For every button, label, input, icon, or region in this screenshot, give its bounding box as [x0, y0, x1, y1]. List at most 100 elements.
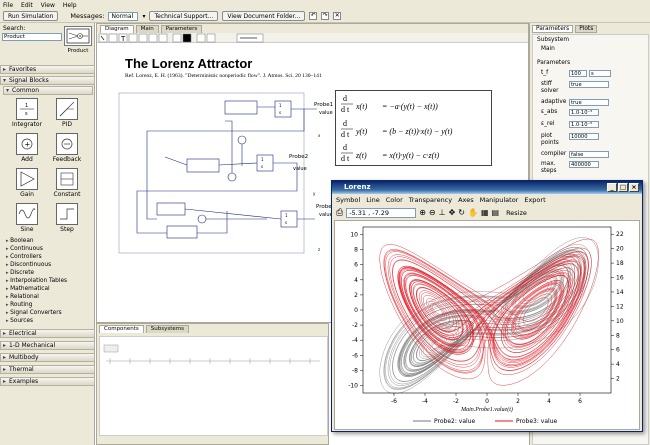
y-left-tick-label: -2 — [352, 322, 358, 329]
svg-text:s: s — [25, 111, 28, 117]
tree-boolean[interactable]: Boolean — [6, 238, 33, 244]
zoom-out-icon[interactable]: ⊖ — [429, 208, 436, 217]
tree-discrete[interactable]: Discrete — [6, 270, 34, 276]
constant-block-icon[interactable] — [56, 168, 78, 190]
chevron-down-icon[interactable]: ▾ — [142, 13, 145, 20]
grid-icon[interactable]: ▦ — [481, 208, 489, 217]
maximize-icon[interactable]: □ — [618, 183, 628, 192]
mechanical-1d-section[interactable]: 1-D Mechanical — [0, 341, 95, 350]
lorenz-window-title: Lorenz — [344, 183, 371, 191]
param-eps-rel-input[interactable]: 1.0·10⁻⁵ — [569, 121, 599, 128]
menu-manipulator[interactable]: Manipulator — [480, 196, 519, 204]
menu-view[interactable]: View — [41, 2, 55, 9]
favorites-section[interactable]: Favorites — [0, 65, 95, 74]
y-left-tick-label: 2 — [354, 292, 358, 299]
integrator-block-icon[interactable]: 1s — [16, 98, 38, 120]
x-tick-label: -6 — [391, 398, 397, 405]
components-list[interactable] — [99, 336, 328, 436]
signal-blocks-section[interactable]: Signal Blocks — [0, 76, 95, 85]
tree-sources[interactable]: Sources — [6, 318, 33, 324]
redo-icon[interactable]: ↷ — [321, 12, 330, 20]
messages-select[interactable]: Normal — [108, 11, 139, 21]
param-adaptive-select[interactable]: true — [569, 99, 609, 106]
print-icon[interactable]: ⎙ — [336, 208, 343, 218]
add-block-icon[interactable]: + — [16, 133, 38, 155]
param-plot-points-input[interactable]: 10000 — [569, 133, 599, 140]
tab-parameters[interactable]: Parameters — [160, 25, 203, 33]
undo-icon[interactable]: ↶ — [309, 12, 318, 20]
tab-subsystems[interactable]: Subsystems — [145, 325, 190, 333]
menu-transparency[interactable]: Transparency — [409, 196, 452, 204]
step-block-icon[interactable] — [56, 203, 78, 225]
y-left-tick-label: -8 — [352, 367, 358, 374]
menu-axes[interactable]: Axes — [458, 196, 473, 204]
menu-symbol[interactable]: Symbol — [336, 196, 360, 204]
feedback-block-icon[interactable] — [56, 133, 78, 155]
param-max-steps-input[interactable]: 400000 — [569, 161, 599, 168]
electrical-section[interactable]: Electrical — [0, 329, 95, 338]
axes-icon[interactable]: ⊥ — [439, 208, 446, 217]
tree-mathematical[interactable]: Mathematical — [6, 286, 50, 292]
param-eps-rel-label: ε_rel — [541, 121, 555, 127]
y-right-tick-label: 16 — [616, 275, 624, 282]
tab-parameters-right[interactable]: Parameters — [532, 25, 574, 33]
close-icon[interactable]: × — [629, 183, 639, 192]
menu-export[interactable]: Export — [524, 196, 545, 204]
thermal-section[interactable]: Thermal — [0, 365, 95, 374]
technical-support-button[interactable]: Technical Support... — [149, 11, 219, 21]
tab-components[interactable]: Components — [99, 325, 144, 333]
tab-main[interactable]: Main — [135, 25, 159, 33]
lorenz-chart[interactable]: -6 -4 -2 0 2 4 6 -10 -8 -6 -4 -2 0 2 4 6 8 10 2 4 6 8 10 12 14 16… — [335, 221, 639, 429]
tree-interpolation-tables[interactable]: Interpolation Tables — [6, 278, 67, 284]
tree-discontinuous[interactable]: Discontinuous — [6, 262, 51, 268]
rotate-icon[interactable]: ↻ — [458, 208, 465, 217]
y-right-tick-label: 8 — [616, 332, 620, 339]
document-title: The Lorenz Attractor — [125, 56, 253, 71]
pan-icon[interactable]: ✥ — [449, 208, 456, 217]
menu-line[interactable]: Line — [366, 196, 380, 204]
resize-label[interactable]: Resize — [506, 209, 527, 217]
view-document-folder-button[interactable]: View Document Folder... — [222, 11, 306, 21]
search-input[interactable]: Product — [2, 33, 62, 41]
tree-relational[interactable]: Relational — [6, 294, 39, 300]
gain-block-icon[interactable] — [16, 168, 38, 190]
eq1-lhs: x(t) — [356, 102, 368, 111]
eq2-lhs: y(t) — [356, 127, 368, 136]
menu-file[interactable]: File — [3, 2, 13, 9]
lorenz-plot-window[interactable]: Lorenz _ □ × Symbol Line Color Transpare… — [331, 180, 643, 432]
param-tf-input[interactable]: 100 — [569, 70, 587, 77]
tree-signal-converters[interactable]: Signal Converters — [6, 310, 62, 316]
tab-diagram[interactable]: Diagram — [100, 25, 134, 33]
pid-block-icon[interactable] — [56, 98, 78, 120]
multibody-section[interactable]: Multibody — [0, 353, 95, 362]
product-block-icon[interactable]: × — [64, 26, 92, 46]
run-simulation-button[interactable]: Run Simulation — [3, 11, 59, 21]
param-compiler-select[interactable]: false — [569, 151, 609, 158]
hand-icon[interactable]: ✋ — [468, 208, 478, 217]
param-tf-unit[interactable]: s — [589, 70, 611, 77]
zoom-in-icon[interactable]: ⊕ — [419, 208, 426, 217]
minimize-icon[interactable]: _ — [607, 183, 617, 192]
common-section[interactable]: Common — [3, 86, 93, 95]
examples-section[interactable]: Examples — [0, 377, 95, 386]
tree-continuous[interactable]: Continuous — [6, 246, 43, 252]
y-right-tick-label: 14 — [616, 289, 624, 296]
svg-text:T: T — [120, 35, 126, 43]
param-eps-abs-input[interactable]: 1.0·10⁻⁵ — [569, 109, 599, 116]
tree-controllers[interactable]: Controllers — [6, 254, 42, 260]
block-diagram[interactable]: 1s 1s 1s xyz Probe1 value Probe2 value P… — [117, 91, 335, 259]
param-stiff-select[interactable]: true — [569, 81, 609, 88]
tab-plots[interactable]: Plots — [575, 25, 598, 33]
x-tick-label: 4 — [547, 398, 551, 405]
sine-block-icon[interactable] — [16, 203, 38, 225]
lorenz-title-bar[interactable]: Lorenz _ □ × — [332, 181, 642, 194]
menu-edit[interactable]: Edit — [21, 2, 33, 9]
tree-routing[interactable]: Routing — [6, 302, 32, 308]
y-right-tick-label: 10 — [616, 318, 624, 325]
clear-icon[interactable]: ✕ — [333, 12, 342, 20]
probe1-label: Probe1 — [314, 102, 334, 108]
menu-color[interactable]: Color — [386, 196, 403, 204]
table-icon[interactable]: ▤ — [492, 208, 500, 217]
lorenz-plot-area[interactable]: -6 -4 -2 0 2 4 6 -10 -8 -6 -4 -2 0 2 4 6 8 10 2 4 6 8 10 12 14 16… — [334, 220, 640, 430]
menu-help[interactable]: Help — [63, 2, 77, 9]
